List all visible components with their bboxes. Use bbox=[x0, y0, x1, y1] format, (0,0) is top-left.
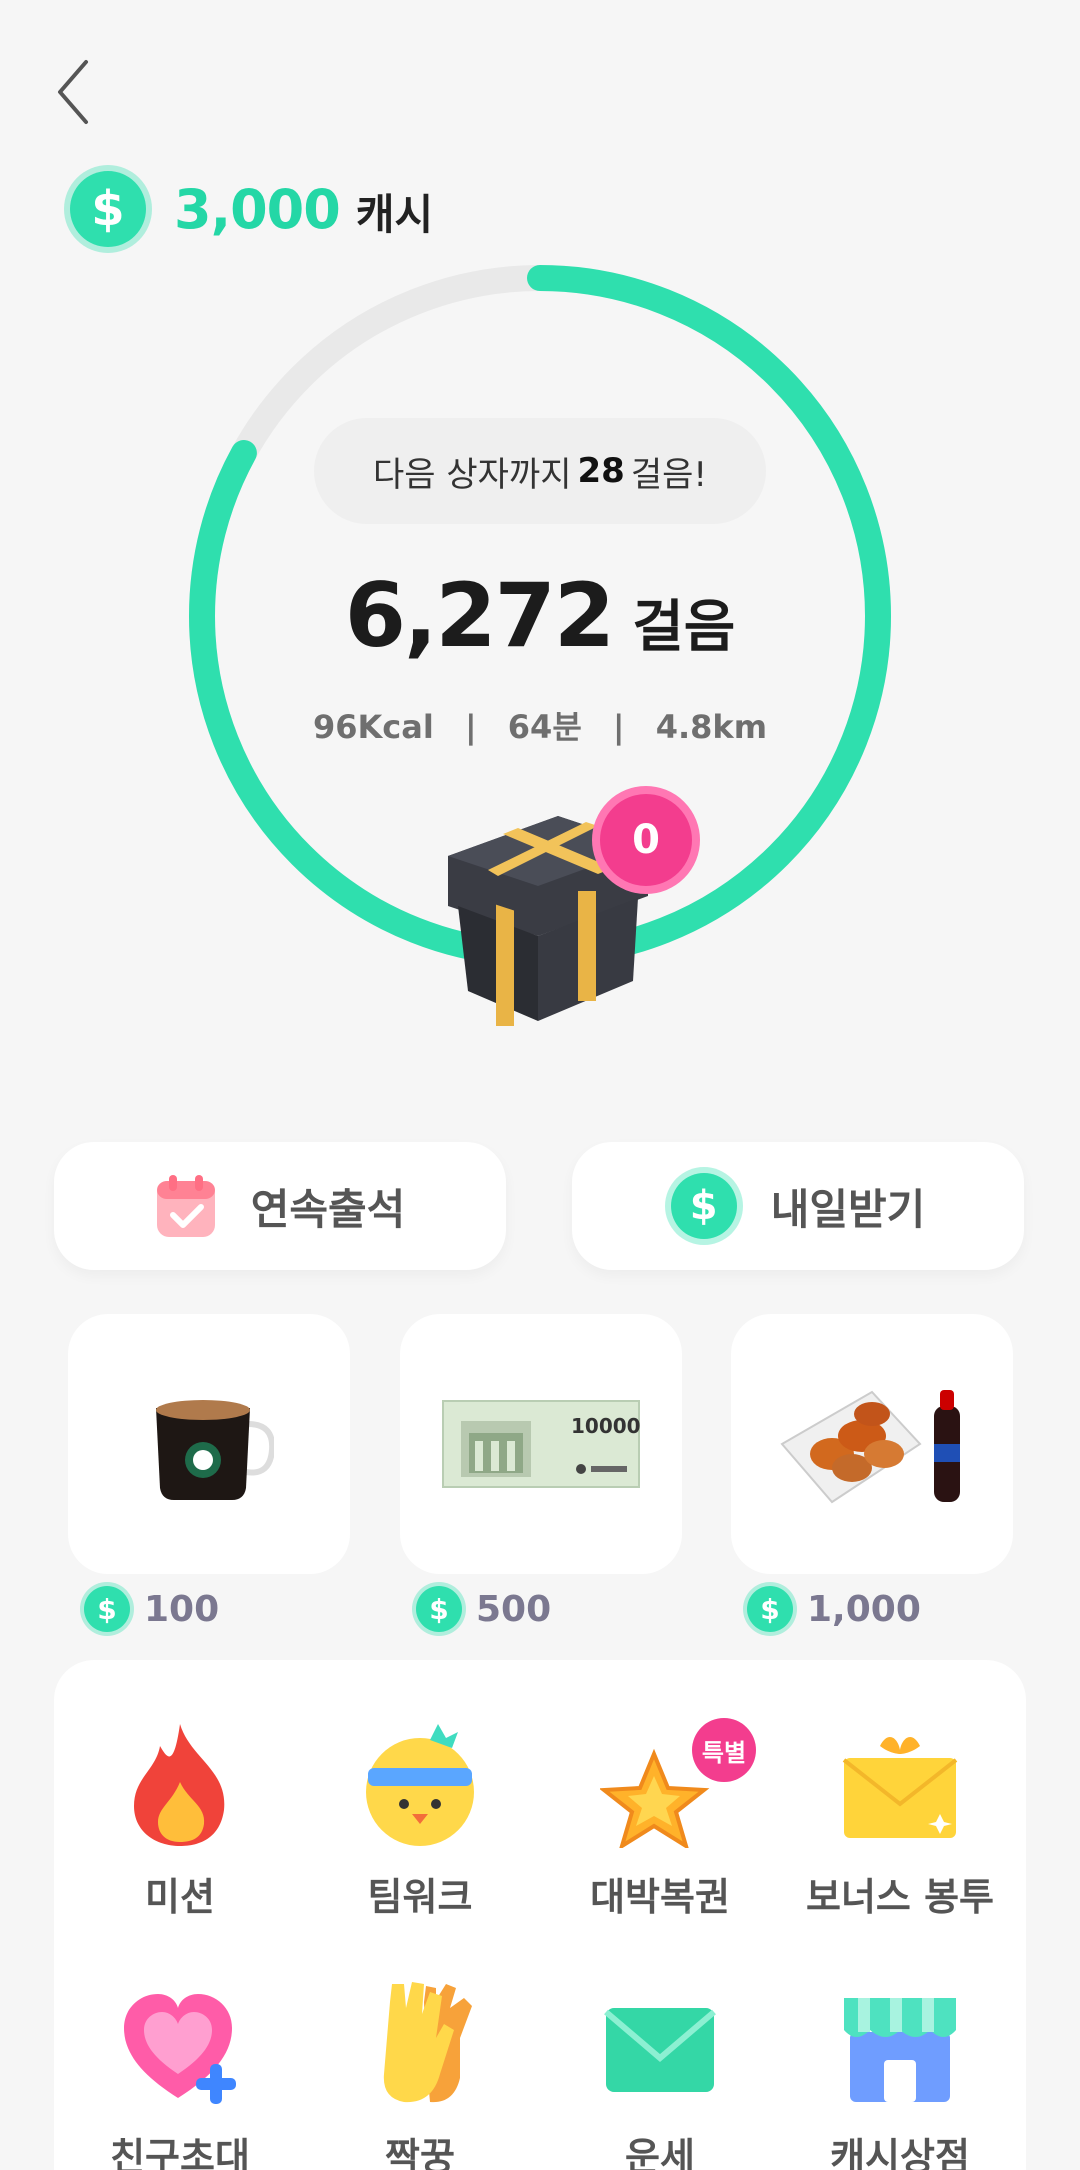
menu-label: 미션 bbox=[145, 1875, 215, 1919]
price-value: 100 bbox=[144, 1588, 220, 1630]
menu-label: 운세 bbox=[625, 2135, 695, 2170]
menu-item-bonus-envelope[interactable]: 보너스 봉투 bbox=[800, 1718, 1000, 1938]
dollar-coin-icon: $ bbox=[416, 1586, 462, 1632]
price-value: 1,000 bbox=[807, 1588, 921, 1630]
balance-unit: 캐시 bbox=[355, 189, 434, 239]
menu-item-teamwork[interactable]: 팀워크 bbox=[320, 1718, 520, 1938]
next-box-steps: 28 bbox=[577, 451, 625, 491]
next-box-message: 다음 상자까지 28 걸음! bbox=[314, 418, 766, 524]
attendance-label: 연속출석 bbox=[250, 1184, 406, 1234]
stats-separator: | bbox=[464, 708, 477, 746]
next-box-prefix: 다음 상자까지 bbox=[372, 454, 572, 495]
back-button[interactable] bbox=[44, 52, 104, 132]
dollar-coin-icon: $ bbox=[84, 1586, 130, 1632]
attendance-button[interactable]: 연속출석 bbox=[54, 1142, 506, 1270]
menu-item-fortune[interactable]: 운세 bbox=[560, 1978, 760, 2170]
activity-stats: 96Kcal | 64분 | 4.8km bbox=[188, 702, 892, 748]
menu-grid: 미션 팀워크 특별 대박복권 보너스 봉투 친구초대 짝꿍 운세 캐시상점 bbox=[54, 1660, 1026, 2170]
dollar-coin-icon: $ bbox=[70, 171, 146, 247]
receive-tomorrow-label: 내일받기 bbox=[770, 1184, 926, 1234]
menu-label: 팀워크 bbox=[367, 1875, 473, 1919]
mail-icon bbox=[604, 2008, 716, 2092]
special-badge: 특별 bbox=[692, 1718, 756, 1782]
dollar-coin-icon: $ bbox=[670, 1173, 737, 1239]
receive-tomorrow-button[interactable]: $ 내일받기 bbox=[572, 1142, 1024, 1270]
calendar-check-icon bbox=[155, 1173, 217, 1239]
steps-number: 6,272 bbox=[344, 564, 615, 667]
menu-label: 대박복권 bbox=[590, 1875, 730, 1919]
menu-item-lottery[interactable]: 특별 대박복권 bbox=[560, 1718, 760, 1938]
reward-card-gift-certificate[interactable]: 10000 bbox=[400, 1314, 682, 1574]
steps-unit: 걸음 bbox=[632, 595, 736, 660]
chevron-left-icon bbox=[58, 60, 88, 124]
chicken-cola-icon bbox=[780, 1390, 960, 1504]
reward-price-coffee: $ 100 bbox=[84, 1586, 219, 1632]
store-icon bbox=[844, 1998, 956, 2102]
menu-item-invite-friend[interactable]: 친구초대 bbox=[80, 1978, 280, 2170]
menu-label: 친구초대 bbox=[110, 2135, 250, 2170]
price-value: 500 bbox=[476, 1588, 552, 1630]
menu-item-cash-store[interactable]: 캐시상점 bbox=[800, 1978, 1000, 2170]
menu-item-mission[interactable]: 미션 bbox=[80, 1718, 280, 1938]
menu-label: 짝꿍 bbox=[385, 2135, 455, 2170]
distance-value: 4.8km bbox=[655, 708, 768, 746]
envelope-gift-icon bbox=[842, 1737, 958, 1838]
menu-label: 보너스 봉투 bbox=[805, 1875, 995, 1919]
gift-certificate-icon: 10000 bbox=[442, 1400, 641, 1488]
stats-separator: | bbox=[612, 708, 625, 746]
heart-plus-icon bbox=[124, 1994, 236, 2104]
chick-headband-icon bbox=[366, 1724, 474, 1846]
menu-label: 캐시상점 bbox=[830, 2135, 970, 2170]
kcal-value: 96Kcal bbox=[312, 708, 434, 746]
minutes-value: 64분 bbox=[507, 708, 582, 746]
next-box-suffix: 걸음! bbox=[630, 454, 708, 495]
reward-price-gift-certificate: $ 500 bbox=[416, 1586, 551, 1632]
box-count-badge: 0 bbox=[592, 786, 700, 894]
menu-item-buddy[interactable]: 짝꿍 bbox=[320, 1978, 520, 2170]
reward-price-chicken-set: $ 1,000 bbox=[747, 1586, 921, 1632]
dollar-coin-icon: $ bbox=[747, 1586, 793, 1632]
cash-balance: $ 3,000 캐시 bbox=[64, 164, 433, 254]
reward-card-coffee[interactable] bbox=[68, 1314, 350, 1574]
fire-icon bbox=[134, 1724, 225, 1846]
voucher-amount: 10000 bbox=[571, 1414, 641, 1438]
balance-amount: 3,000 bbox=[174, 177, 341, 241]
reward-card-chicken-set[interactable] bbox=[731, 1314, 1013, 1574]
gloves-icon bbox=[383, 1982, 472, 2103]
coffee-mug-icon bbox=[156, 1400, 274, 1500]
step-count: 6,272 걸음 bbox=[188, 564, 892, 667]
